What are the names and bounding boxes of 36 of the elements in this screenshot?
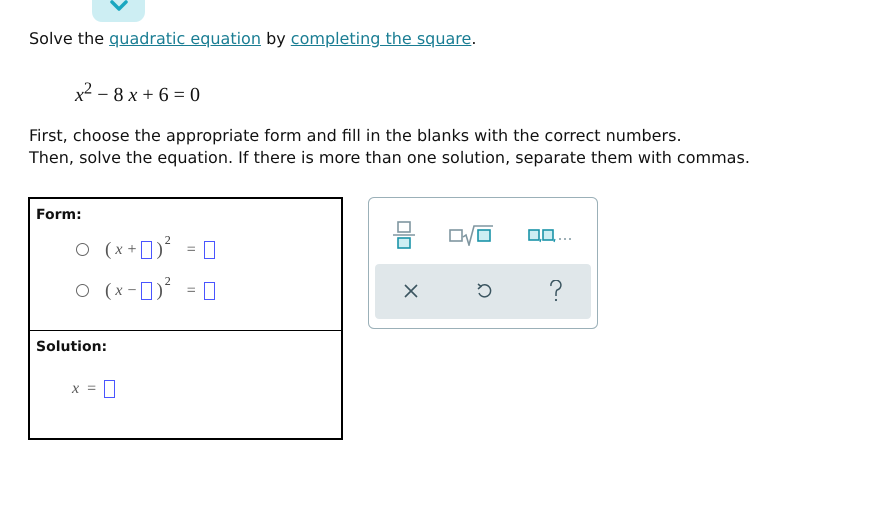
solution-label: Solution: <box>36 338 108 355</box>
undo-icon <box>475 282 493 300</box>
help-icon <box>549 280 563 302</box>
variable: x <box>72 380 80 398</box>
variable: x <box>115 240 122 259</box>
input-field[interactable] <box>204 282 215 300</box>
operator: − <box>127 282 136 300</box>
form-label: Form: <box>36 206 82 223</box>
radio-button[interactable] <box>76 243 89 256</box>
close-icon <box>403 283 419 300</box>
parenthesis: ( <box>105 238 112 261</box>
exponent: 2 <box>164 274 171 289</box>
input-field[interactable] <box>104 380 116 398</box>
equals-sign: = <box>186 240 196 259</box>
operator: + <box>127 240 136 259</box>
equals-sign: = <box>186 282 196 300</box>
parenthesis: ( <box>105 280 112 302</box>
root-icon <box>448 224 495 246</box>
parenthesis: ) <box>156 280 163 302</box>
collapse-button[interactable] <box>92 0 145 22</box>
exponent: 2 <box>164 232 171 248</box>
parenthesis: ) <box>156 238 163 261</box>
radio-button[interactable] <box>76 284 89 298</box>
variable: x <box>115 282 122 300</box>
input-field[interactable] <box>141 240 152 259</box>
input-field[interactable] <box>141 282 152 300</box>
instruction-text: First, choose the appropriate form and fill in the blanks with the correct numbers. <box>29 124 683 147</box>
chevron-down-icon <box>108 0 128 12</box>
glossary-link[interactable]: quadratic equation <box>109 29 261 48</box>
equation: x$^{2}$ − 8 x + 6 = 0 <box>75 77 200 107</box>
problem-statement: Solve the quadratic equation by completing the square. <box>29 29 478 49</box>
equals-sign: = <box>87 380 96 398</box>
glossary-link[interactable]: completing the square <box>290 29 472 48</box>
input-field[interactable] <box>204 240 215 259</box>
fraction-icon <box>392 220 416 249</box>
instruction-text: Then, solve the equation. If there is more than one solution, separate them with commas. <box>29 146 751 169</box>
